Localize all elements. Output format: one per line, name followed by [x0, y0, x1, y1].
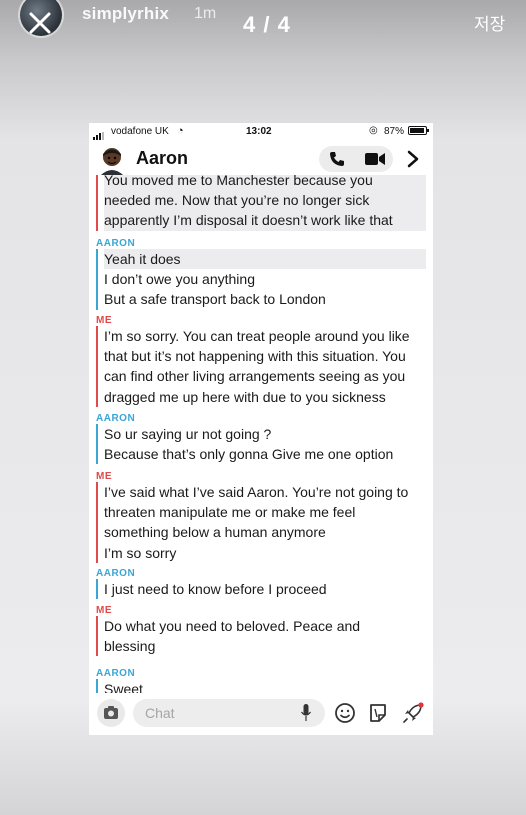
- smiley-icon[interactable]: [334, 702, 356, 724]
- message-line[interactable]: But a safe transport back to London: [104, 289, 426, 309]
- chat-screenshot: vodafone UK ◔ 13:02 ◎ 87% Aaron You move…: [89, 123, 433, 735]
- battery-icon: [408, 126, 429, 135]
- carrier-label: vodafone UK: [111, 126, 169, 137]
- message-group: You moved me to Manchester because you n…: [96, 175, 426, 231]
- rocket-icon[interactable]: [401, 701, 425, 725]
- mic-icon[interactable]: [301, 704, 311, 722]
- page-counter: 4 / 4: [243, 12, 291, 37]
- message-line[interactable]: So ur saying ur not going ?: [104, 424, 393, 444]
- message-line[interactable]: threaten manipulate me or make me feel: [104, 502, 408, 522]
- save-button[interactable]: 저장: [474, 10, 505, 35]
- message-line[interactable]: apparently I’m disposal it doesn’t work …: [104, 210, 426, 231]
- story-time-ago: 1m: [194, 5, 217, 22]
- sender-label: ME: [96, 605, 112, 616]
- message-group: Yeah it does I don’t owe you anything Bu…: [96, 249, 426, 310]
- message-line[interactable]: I just need to know before I proceed: [104, 579, 327, 599]
- message-line[interactable]: Do what you need to beloved. Peace and: [104, 616, 360, 636]
- message-line[interactable]: Because that’s only gonna Give me one op…: [104, 444, 393, 464]
- bitmoji-avatar[interactable]: [97, 145, 127, 175]
- message-line[interactable]: can find other living arrangements seein…: [104, 366, 410, 386]
- status-time: 13:02: [246, 126, 272, 137]
- message-group: I just need to know before I proceed: [96, 579, 327, 600]
- message-group: So ur saying ur not going ? Because that…: [96, 424, 393, 465]
- chevron-right-icon[interactable]: [407, 150, 419, 168]
- contact-name[interactable]: Aaron: [136, 148, 188, 169]
- message-group: Sweet: [96, 679, 143, 693]
- sender-label: AARON: [96, 238, 136, 249]
- message-list[interactable]: You moved me to Manchester because you n…: [89, 175, 433, 693]
- sticker-icon[interactable]: [367, 702, 389, 724]
- close-icon[interactable]: [27, 10, 53, 36]
- message-line[interactable]: Sweet: [104, 679, 143, 693]
- chat-composer: Chat: [89, 693, 433, 735]
- sender-label: ME: [96, 315, 112, 326]
- message-line[interactable]: I don’t owe you anything: [104, 269, 426, 289]
- video-icon[interactable]: [365, 153, 385, 165]
- battery-percentage: 87%: [384, 126, 405, 137]
- chat-input[interactable]: Chat: [133, 699, 325, 727]
- call-controls: [319, 146, 393, 172]
- message-line[interactable]: something below a human anymore: [104, 522, 408, 542]
- message-line[interactable]: I’m so sorry: [104, 543, 408, 563]
- story-username[interactable]: simplyrhix: [82, 4, 169, 24]
- status-bar: vodafone UK ◔ 13:02 ◎ 87%: [89, 123, 433, 141]
- phone-icon[interactable]: [329, 151, 345, 167]
- alarm-icon: ◎: [369, 125, 378, 136]
- message-group: I’ve said what I’ve said Aaron. You’re n…: [96, 482, 408, 563]
- sender-label: AARON: [96, 568, 136, 579]
- sender-label: ME: [96, 471, 112, 482]
- camera-button[interactable]: [97, 699, 125, 727]
- message-line[interactable]: Yeah it does: [104, 249, 426, 270]
- sender-label: AARON: [96, 413, 136, 424]
- chat-header: Aaron: [89, 142, 433, 176]
- camera-icon: [104, 706, 118, 719]
- message-line[interactable]: I’ve said what I’ve said Aaron. You’re n…: [104, 482, 408, 502]
- signal-icon: [93, 129, 105, 140]
- message-line[interactable]: that but it’s not happening with this si…: [104, 346, 410, 366]
- message-line[interactable]: needed me. Now that you’re no longer sic…: [104, 190, 426, 211]
- message-group: Do what you need to beloved. Peace and b…: [96, 616, 360, 657]
- message-line[interactable]: You moved me to Manchester because you: [104, 175, 426, 191]
- wifi-icon: ◔: [177, 125, 184, 137]
- story-header: simplyrhix 1m 4 / 4 저장: [0, 0, 526, 60]
- message-group: I’m so sorry. You can treat people aroun…: [96, 326, 410, 407]
- message-line[interactable]: dragged me up here with due to you sickn…: [104, 387, 410, 407]
- message-line[interactable]: blessing: [104, 636, 360, 656]
- sender-label: AARON: [96, 668, 136, 679]
- message-line[interactable]: I’m so sorry. You can treat people aroun…: [104, 326, 410, 346]
